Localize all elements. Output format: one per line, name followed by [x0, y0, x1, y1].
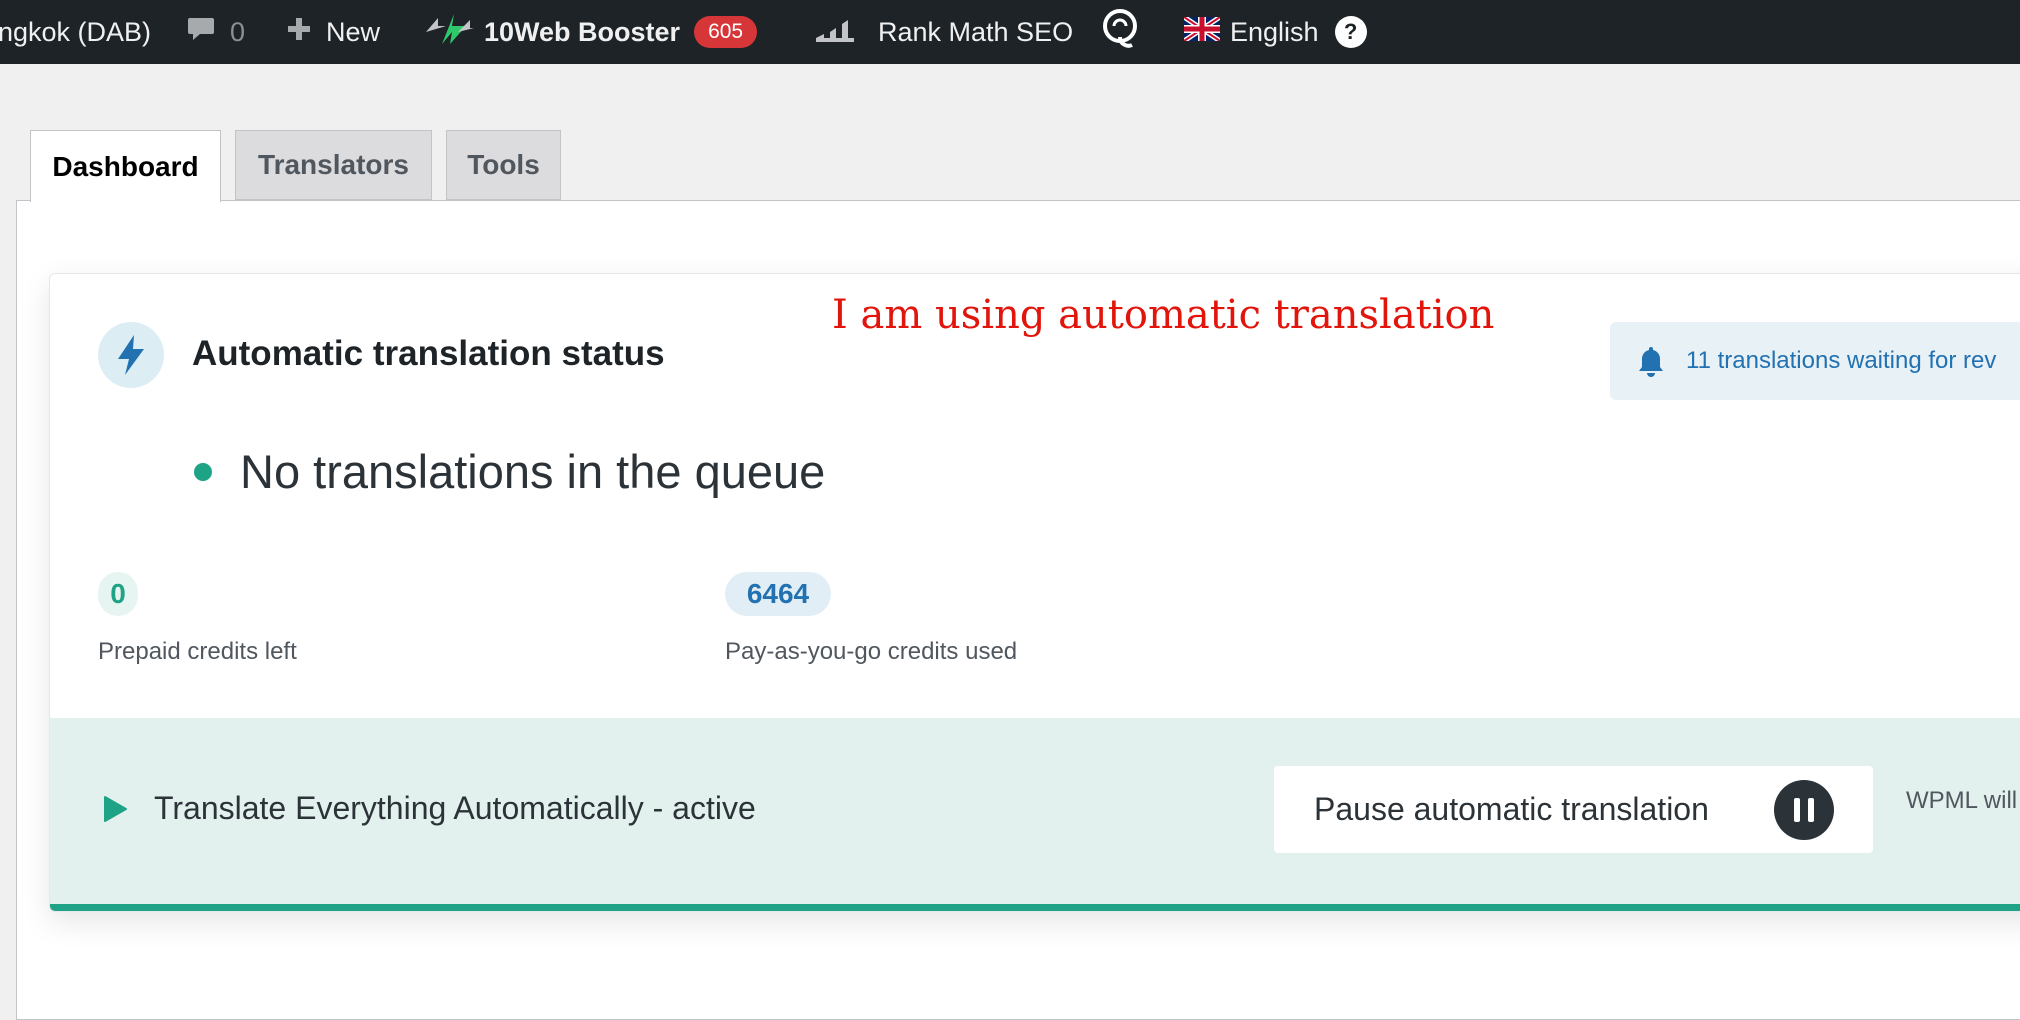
- q-logo-icon: [1100, 7, 1140, 58]
- tab-translators-label: Translators: [258, 149, 409, 180]
- payg-credits-label: Pay-as-you-go credits used: [725, 638, 1018, 665]
- admin-bar: ngkok (DAB) 0 New 10Web Booster 605 Rank…: [0, 0, 2020, 64]
- automatic-mode-bar: Translate Everything Automatically - act…: [50, 718, 2020, 904]
- rank-math-icon: [814, 14, 856, 51]
- comments-link[interactable]: 0: [186, 0, 245, 64]
- queue-status-text: No translations in the queue: [240, 445, 826, 498]
- uk-flag-icon: [1182, 14, 1222, 48]
- review-notice[interactable]: 11 translations waiting for rev: [1610, 322, 2020, 400]
- payg-credits-value: 6464: [725, 572, 831, 616]
- pause-icon: [1774, 780, 1834, 840]
- pause-button-label: Pause automatic translation: [1314, 791, 1709, 827]
- queue-status: No translations in the queue: [194, 444, 825, 499]
- wpml-note: WPML will: [1906, 787, 2018, 814]
- booster-link[interactable]: 10Web Booster 605: [424, 0, 758, 64]
- comment-icon: [186, 14, 216, 51]
- booster-count-badge: 605: [694, 16, 758, 48]
- bell-icon: [1636, 345, 1666, 377]
- tab-dashboard-label: Dashboard: [52, 150, 199, 182]
- tab-tools-label: Tools: [467, 149, 540, 180]
- booster-bolt-icon: [424, 12, 476, 53]
- pause-automatic-translation-button[interactable]: Pause automatic translation: [1274, 766, 1873, 853]
- booster-label: 10Web Booster: [484, 16, 681, 47]
- queue-status-dot: [194, 462, 212, 481]
- tab-translators[interactable]: Translators: [235, 130, 432, 200]
- review-notice-text: 11 translations waiting for rev: [1686, 347, 1997, 374]
- play-icon: [102, 795, 128, 823]
- rank-math-link[interactable]: Rank Math SEO: [814, 0, 1073, 64]
- annotation-text: I am using automatic translation: [832, 292, 1495, 338]
- rank-math-label: Rank Math SEO: [878, 16, 1074, 47]
- plus-icon: [286, 16, 312, 49]
- prepaid-credits-value: 0: [98, 572, 138, 616]
- language-label: English: [1230, 16, 1319, 47]
- status-title: Automatic translation status: [192, 334, 665, 373]
- help-icon[interactable]: ?: [1334, 16, 1367, 48]
- new-label: New: [326, 16, 381, 47]
- language-switcher[interactable]: English ?: [1182, 0, 1367, 64]
- footer-accent-line: [50, 904, 2020, 911]
- new-content-link[interactable]: New: [286, 0, 380, 64]
- tab-dashboard[interactable]: Dashboard: [30, 130, 221, 202]
- site-name-link[interactable]: ngkok (DAB): [0, 0, 151, 64]
- site-name: ngkok (DAB): [0, 16, 152, 47]
- q-logo-link[interactable]: [1100, 0, 1140, 64]
- prepaid-credits-label: Prepaid credits left: [98, 638, 297, 665]
- comments-count: 0: [230, 16, 246, 47]
- tab-tools[interactable]: Tools: [446, 130, 561, 200]
- translation-status-card: Automatic translation status I am using …: [49, 273, 2020, 912]
- automatic-mode-text: Translate Everything Automatically - act…: [154, 790, 756, 826]
- bolt-icon: [98, 322, 164, 388]
